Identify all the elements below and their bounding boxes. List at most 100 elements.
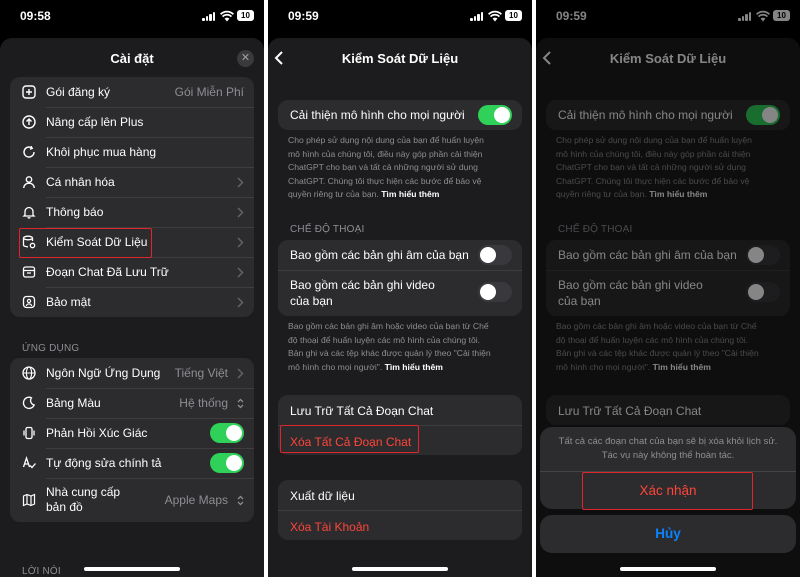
app-language-row[interactable]: Ngôn Ngữ Ứng Dụng Tiếng Việt — [10, 358, 254, 388]
improve-model-toggle[interactable] — [478, 105, 512, 125]
data-controls-sheet: Kiểm Soát Dữ Liệu Cải thiện mô hình cho … — [268, 38, 532, 577]
personalization-label: Cá nhân hóa — [46, 175, 115, 189]
desc-line: quyền riêng tư của bạn. — [288, 189, 379, 200]
upgrade-plus-row[interactable]: Nâng cấp lên Plus — [10, 107, 254, 137]
include-video-toggle[interactable] — [478, 282, 512, 302]
confirm-message-line2: Tác vụ này không thể hoàn tác. — [601, 450, 735, 461]
subscription-row[interactable]: Gói đăng ký Gói Miễn Phí — [10, 77, 254, 107]
home-indicator — [620, 567, 716, 571]
chevron-right-icon — [237, 267, 244, 278]
security-label: Bảo mật — [46, 295, 91, 309]
learn-more-link[interactable]: Tìm hiểu thêm — [381, 189, 439, 199]
improve-model-row: Cải thiện mô hình cho mọi người — [278, 100, 522, 130]
notifications-row[interactable]: Thông báo — [10, 197, 254, 227]
chevron-right-icon — [237, 297, 244, 308]
archive-icon — [22, 266, 36, 278]
chevron-right-icon — [237, 368, 244, 379]
archived-chats-label: Đoạn Chat Đã Lưu Trữ — [46, 265, 169, 279]
map-provider-label-line2: bản đồ — [46, 500, 83, 514]
status-time: 09:59 — [288, 9, 319, 23]
archive-all-row[interactable]: Lưu Trữ Tất Cả Đoạn Chat — [278, 395, 522, 425]
confirm-message-line1: Tất cả các đoạn chat của bạn sẽ bị xóa k… — [558, 436, 778, 447]
archived-chats-row[interactable]: Đoạn Chat Đã Lưu Trữ — [10, 257, 254, 287]
desc-line: độ thoại để huấn luyện các mô hình của c… — [288, 334, 481, 345]
include-video-label-line2: của bạn — [290, 294, 333, 308]
upgrade-plus-label: Nâng cấp lên Plus — [46, 115, 144, 129]
export-data-row[interactable]: Xuất dữ liệu — [278, 480, 522, 510]
page-title: Kiểm Soát Dữ Liệu — [341, 51, 459, 66]
xmark-icon: ✕ — [240, 52, 251, 64]
haptic-feedback-toggle[interactable] — [210, 423, 244, 443]
arrow-up-circle-icon — [22, 115, 36, 129]
desc-line: Cho phép sử dụng nội dung của bạn để huấ… — [288, 135, 484, 145]
phone-data-controls: 09:59 10 Kiểm Soát Dữ Liệu Cải thiện mô … — [268, 0, 532, 577]
autocorrect-row: Tự động sửa chính tả — [10, 448, 254, 478]
export-data-label: Xuất dữ liệu — [290, 489, 355, 503]
include-video-label: Bao gồm các bản ghi video của bạn — [290, 277, 435, 309]
settings-sheet: Cài đặt ✕ Gói đăng ký Gói Miễn Phí Nâng … — [0, 38, 264, 577]
improve-model-description: Cho phép sử dụng nội dung của bạn để huấ… — [288, 134, 512, 202]
vibration-icon — [23, 426, 35, 440]
archive-all-label: Lưu Trữ Tất Cả Đoạn Chat — [290, 404, 434, 418]
restore-purchases-row[interactable]: Khôi phục mua hàng — [10, 137, 254, 167]
highlight-confirm — [582, 472, 753, 510]
plus-circle-icon — [22, 85, 36, 99]
highlight-data-controls — [19, 228, 152, 258]
map-provider-label: Nhà cung cấp bản đồ — [46, 485, 120, 515]
include-audio-row: Bao gồm các bản ghi âm của bạn — [278, 240, 522, 270]
phone-confirm-delete: 09:59 10 Kiểm Soát Dữ Liệu Cải thiện mô … — [536, 0, 800, 577]
color-scheme-row[interactable]: Bảng Màu Hệ thống — [10, 388, 254, 418]
person-icon — [23, 176, 35, 189]
include-audio-label: Bao gồm các bản ghi âm của bạn — [290, 248, 469, 262]
improve-model-group: Cải thiện mô hình cho mọi người — [278, 100, 522, 130]
personalization-row[interactable]: Cá nhân hóa — [10, 167, 254, 197]
battery-icon: 10 — [237, 10, 254, 21]
cellular-signal-icon — [202, 12, 216, 21]
color-scheme-label: Bảng Màu — [46, 396, 101, 410]
chevron-up-down-icon — [237, 495, 244, 506]
page-title: Cài đặt — [110, 51, 154, 66]
app-settings-group: Ngôn Ngữ Ứng Dụng Tiếng Việt Bảng Màu Hệ… — [10, 358, 254, 522]
lock-shield-icon — [22, 295, 36, 309]
color-scheme-value: Hệ thống — [179, 396, 228, 410]
section-header-voice: CHẾ ĐỘ THOẠI — [290, 224, 365, 235]
include-video-row: Bao gồm các bản ghi video của bạn — [278, 270, 522, 316]
desc-line: Bao gồm các bản ghi âm hoặc video của bạ… — [288, 321, 489, 331]
autocorrect-label: Tự động sửa chính tả — [46, 456, 162, 470]
chevron-right-icon — [237, 177, 244, 188]
subscription-label: Gói đăng ký — [46, 85, 111, 99]
restore-purchases-label: Khôi phục mua hàng — [46, 145, 157, 159]
confirm-message: Tất cả các đoạn chat của bạn sẽ bị xóa k… — [540, 427, 796, 471]
close-button[interactable]: ✕ — [237, 50, 254, 67]
app-language-label: Ngôn Ngữ Ứng Dụng — [46, 366, 161, 380]
delete-account-label: Xóa Tài Khoản — [290, 520, 370, 534]
include-audio-toggle[interactable] — [478, 245, 512, 265]
map-icon — [22, 493, 36, 507]
map-provider-value: Apple Maps — [164, 493, 228, 507]
map-provider-row[interactable]: Nhà cung cấp bản đồ Apple Maps — [10, 478, 254, 522]
home-indicator — [352, 567, 448, 571]
arrow-clockwise-icon — [23, 145, 35, 158]
home-indicator — [84, 567, 180, 571]
section-header-app: ỨNG DỤNG — [22, 343, 80, 354]
status-time: 09:58 — [20, 9, 51, 23]
cancel-button[interactable]: Hủy — [540, 515, 796, 553]
desc-line: ChatGPT. Chúng tôi thực hiện các bước để… — [288, 175, 482, 186]
status-bar: 09:58 10 — [0, 0, 264, 34]
voice-group: Bao gồm các bản ghi âm của bạn Bao gồm c… — [278, 240, 522, 316]
desc-line: Bản ghi và các tệp khác được quản lý the… — [288, 348, 491, 359]
wifi-icon — [488, 10, 502, 22]
security-row[interactable]: Bảo mật — [10, 287, 254, 317]
autocorrect-toggle[interactable] — [210, 453, 244, 473]
status-bar: 09:59 10 — [268, 0, 532, 34]
voice-description: Bao gồm các bản ghi âm hoặc video của bạ… — [288, 320, 512, 374]
wifi-icon — [220, 10, 234, 22]
account-settings-group: Gói đăng ký Gói Miễn Phí Nâng cấp lên Pl… — [10, 77, 254, 317]
include-video-label-line1: Bao gồm các bản ghi video — [290, 278, 435, 292]
desc-line: ChatGPT cho bạn và tất cả những người sử… — [288, 162, 478, 173]
delete-account-row[interactable]: Xóa Tài Khoản — [278, 510, 522, 540]
haptic-feedback-row: Phản Hồi Xúc Giác — [10, 418, 254, 448]
desc-line: mô hình của chúng tôi, điều này góp phần… — [288, 148, 483, 159]
subscription-value: Gói Miễn Phí — [174, 85, 244, 99]
learn-more-link[interactable]: Tìm hiểu thêm — [385, 362, 443, 372]
